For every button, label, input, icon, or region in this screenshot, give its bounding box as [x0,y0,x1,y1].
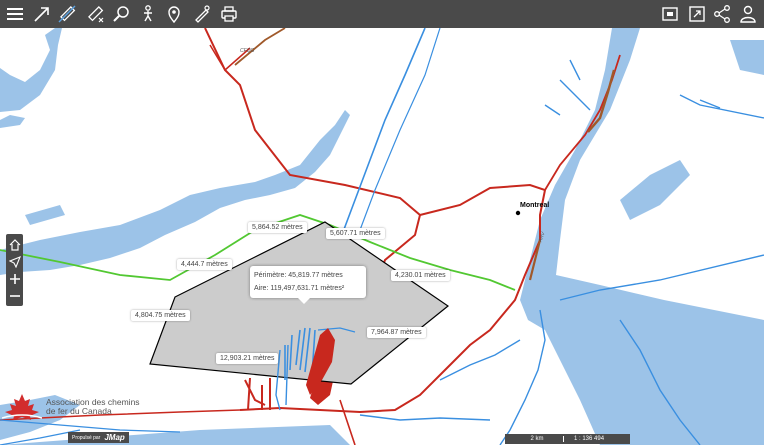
drawing-tool-icon[interactable] [191,3,213,25]
powered-by-badge[interactable]: Propulsé par JMap [68,432,129,443]
user-icon[interactable] [737,3,759,25]
measure-area-icon[interactable] [84,3,106,25]
segment-label: 5,864.52 mètres [248,222,307,233]
perimeter-value: Périmètre: 45,819.77 mètres [254,272,343,279]
association-logo: Association des chemins de fer du Canada [2,392,140,422]
area-value: Aire: 119,497,631.71 mètres² [254,285,345,292]
home-icon[interactable] [6,236,23,253]
menu-icon[interactable] [4,3,26,25]
river-mille-iles [0,28,62,112]
segment-label: 4,804.75 mètres [131,310,190,321]
river-st-lawrence [520,28,764,445]
segment-label: 4,444.7 mètres [177,259,232,270]
segment-label: 5,607.71 mètres [326,228,385,239]
measure-length-icon[interactable] [56,3,78,25]
print-icon[interactable] [218,3,240,25]
measurement-tooltip: Périmètre: 45,819.77 mètres Aire: 119,49… [250,266,366,304]
zoom-extent-icon[interactable] [110,3,132,25]
segment-label: 4,230.01 mètres [391,270,450,281]
powered-by-text: Propulsé par [72,434,101,441]
rail-line-label: CFQG [240,48,255,54]
share-icon[interactable] [711,3,733,25]
zoom-in-icon[interactable] [6,270,23,287]
pointer-icon[interactable] [31,3,53,25]
scale-distance: 2 km [511,436,564,442]
city-label: Montreal [520,202,550,209]
zoom-out-icon[interactable] [6,287,23,304]
map-view-icon[interactable] [659,3,681,25]
map-marker-icon[interactable] [163,3,185,25]
segment-label: 12,903.21 mètres [216,353,279,364]
locate-icon[interactable] [6,253,23,270]
map-canvas[interactable]: 5,864.52 mètres 5,607.71 mètres 4,444.7 … [0,28,764,445]
association-name-line2: de fer du Canada [46,406,112,416]
walking-person-icon[interactable] [137,3,159,25]
fullscreen-icon[interactable] [686,3,708,25]
map-navigation-bar [6,234,23,306]
maple-leaf-icon [2,394,42,420]
scale-bar: 2 km 1 : 136 494 [505,434,630,444]
top-toolbar [0,0,764,28]
scale-ratio: 1 : 136 494 [574,436,605,442]
jmap-brand: JMap [104,433,125,442]
segment-label: 7,964.87 mètres [367,327,426,338]
